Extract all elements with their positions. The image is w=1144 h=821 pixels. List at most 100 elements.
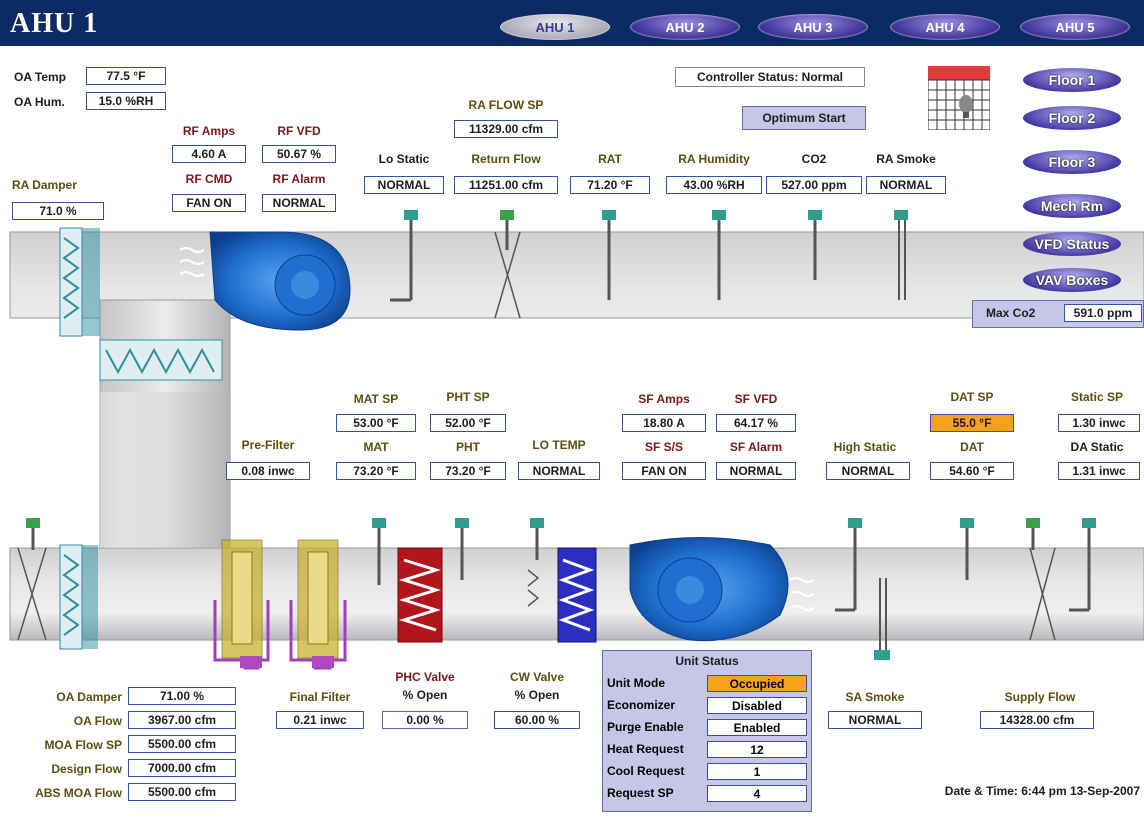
design-flow-value: 7000.00 cfm [128, 759, 236, 777]
lo-static-value: NORMAL [364, 176, 444, 194]
rf-alarm-value: NORMAL [262, 194, 336, 212]
high-static-value: NORMAL [826, 462, 910, 480]
moa-flow-sp-value[interactable]: 5500.00 cfm [128, 735, 236, 753]
ra-damper-label: RA Damper [12, 178, 77, 192]
co2-label: CO2 [801, 152, 827, 166]
nav-mech-rm[interactable]: Mech Rm [1023, 194, 1121, 218]
heat-request-row: Heat Request 12 [607, 741, 807, 759]
static-sp-value[interactable]: 1.30 inwc [1058, 414, 1140, 432]
ra-flow-sp-label: RA FLOW SP [468, 98, 544, 112]
sa-smoke-value: NORMAL [828, 711, 922, 729]
cw-valve-label: CW Valve [509, 670, 565, 684]
supply-flow-label: Supply Flow [1004, 690, 1076, 704]
rf-vfd-label: RF VFD [277, 124, 321, 138]
lo-temp-label: LO TEMP [532, 438, 586, 452]
heating-coil [397, 547, 443, 643]
mat-value: 73.20 °F [336, 462, 416, 480]
cw-valve-value: 60.00 % [494, 711, 580, 729]
dat-sp-value[interactable]: 55.0 °F [930, 414, 1014, 432]
rf-vfd-value: 50.67 % [262, 145, 336, 163]
supply-flow-value: 14328.00 cfm [980, 711, 1094, 729]
sa-smoke-label: SA Smoke [845, 690, 905, 704]
mat-label: MAT [363, 440, 389, 454]
ra-damper-louvers [59, 227, 100, 337]
unit-mode-row: Unit Mode Occupied [607, 675, 807, 693]
cool-request-value: 1 [707, 763, 807, 780]
supply-fan [629, 537, 789, 642]
rf-amps-label: RF Amps [182, 124, 236, 138]
request-sp-label: Request SP [607, 786, 674, 800]
request-sp-value[interactable]: 4 [707, 785, 807, 802]
da-static-value: 1.31 inwc [1058, 462, 1140, 480]
rat-label: RAT [598, 152, 622, 166]
oa-flow-value: 3967.00 cfm [128, 711, 236, 729]
phc-valve-value: 0.00 % [382, 711, 468, 729]
cw-valve-open-label: % Open [514, 688, 560, 702]
lo-temp-value: NORMAL [518, 462, 600, 480]
sf-alarm-label: SF Alarm [729, 440, 783, 454]
mat-sp-value[interactable]: 53.00 °F [336, 414, 416, 432]
sf-ss-value[interactable]: FAN ON [622, 462, 706, 480]
max-co2-value: 591.0 ppm [1064, 304, 1142, 322]
rf-cmd-label: RF CMD [185, 172, 233, 186]
final-filter-label: Final Filter [289, 690, 351, 704]
pht-sp-value[interactable]: 52.00 °F [430, 414, 506, 432]
economizer-value[interactable]: Disabled [707, 697, 807, 714]
date-time: Date & Time: 6:44 pm 13-Sep-2007 [944, 784, 1140, 798]
ra-flow-sp-value[interactable]: 11329.00 cfm [454, 120, 558, 138]
sf-alarm-value: NORMAL [716, 462, 796, 480]
oa-hum-label: OA Hum. [14, 95, 65, 109]
oa-temp-value: 77.5 °F [86, 67, 166, 85]
unit-status-title: Unit Status [675, 654, 739, 668]
nav-vfd-status[interactable]: VFD Status [1023, 232, 1121, 256]
optimum-start-button[interactable]: Optimum Start [742, 106, 866, 130]
pht-value: 73.20 °F [430, 462, 506, 480]
unit-status-panel: Unit Status Unit Mode Occupied Economize… [602, 650, 812, 812]
moa-flow-sp-label: MOA Flow SP [44, 738, 122, 752]
rf-cmd-value: FAN ON [172, 194, 246, 212]
pre-filter-label: Pre-Filter [241, 438, 295, 452]
sf-amps-label: SF Amps [638, 392, 690, 406]
economizer-row: Economizer Disabled [607, 697, 807, 715]
purge-enable-label: Purge Enable [607, 720, 684, 734]
purge-enable-value[interactable]: Enabled [707, 719, 807, 736]
abs-moa-flow-value: 5500.00 cfm [128, 783, 236, 801]
oa-damper-louvers [59, 544, 98, 650]
da-static-label: DA Static [1070, 440, 1124, 454]
cool-request-row: Cool Request 1 [607, 763, 807, 781]
return-flow-value: 11251.00 cfm [454, 176, 558, 194]
heat-request-value: 12 [707, 741, 807, 758]
mixing-damper [99, 339, 223, 381]
dat-label: DAT [960, 440, 984, 454]
dat-sp-label: DAT SP [950, 390, 994, 404]
oa-hum-value: 15.0 %RH [86, 92, 166, 110]
nav-floor-2[interactable]: Floor 2 [1023, 106, 1121, 130]
nav-floor-3[interactable]: Floor 3 [1023, 150, 1121, 174]
request-sp-row: Request SP 4 [607, 785, 807, 803]
ra-damper-value: 71.0 % [12, 202, 104, 220]
pre-filter-value: 0.08 inwc [226, 462, 310, 480]
rf-alarm-label: RF Alarm [272, 172, 326, 186]
phc-valve-open-label: % Open [402, 688, 448, 702]
rf-amps-value: 4.60 A [172, 145, 246, 163]
oa-damper-label: OA Damper [56, 690, 122, 704]
heat-request-label: Heat Request [607, 742, 684, 756]
calendar-icon[interactable] [927, 66, 991, 131]
pht-label: PHT [456, 440, 480, 454]
ra-smoke-value: NORMAL [866, 176, 946, 194]
cooling-coil [557, 547, 597, 643]
abs-moa-flow-label: ABS MOA Flow [35, 786, 122, 800]
final-filter [289, 539, 347, 670]
ra-smoke-label: RA Smoke [876, 152, 936, 166]
sf-amps-value: 18.80 A [622, 414, 706, 432]
max-co2-label: Max Co2 [986, 306, 1036, 320]
ra-humidity-value: 43.00 %RH [666, 176, 762, 194]
unit-mode-value[interactable]: Occupied [707, 675, 807, 692]
oa-damper-value: 71.00 % [128, 687, 236, 705]
co2-value: 527.00 ppm [766, 176, 862, 194]
nav-floor-1[interactable]: Floor 1 [1023, 68, 1121, 92]
controller-status: Controller Status: Normal [675, 67, 865, 87]
oa-temp-label: OA Temp [14, 70, 67, 84]
nav-vav-boxes[interactable]: VAV Boxes [1023, 268, 1121, 292]
sf-vfd-value: 64.17 % [716, 414, 796, 432]
